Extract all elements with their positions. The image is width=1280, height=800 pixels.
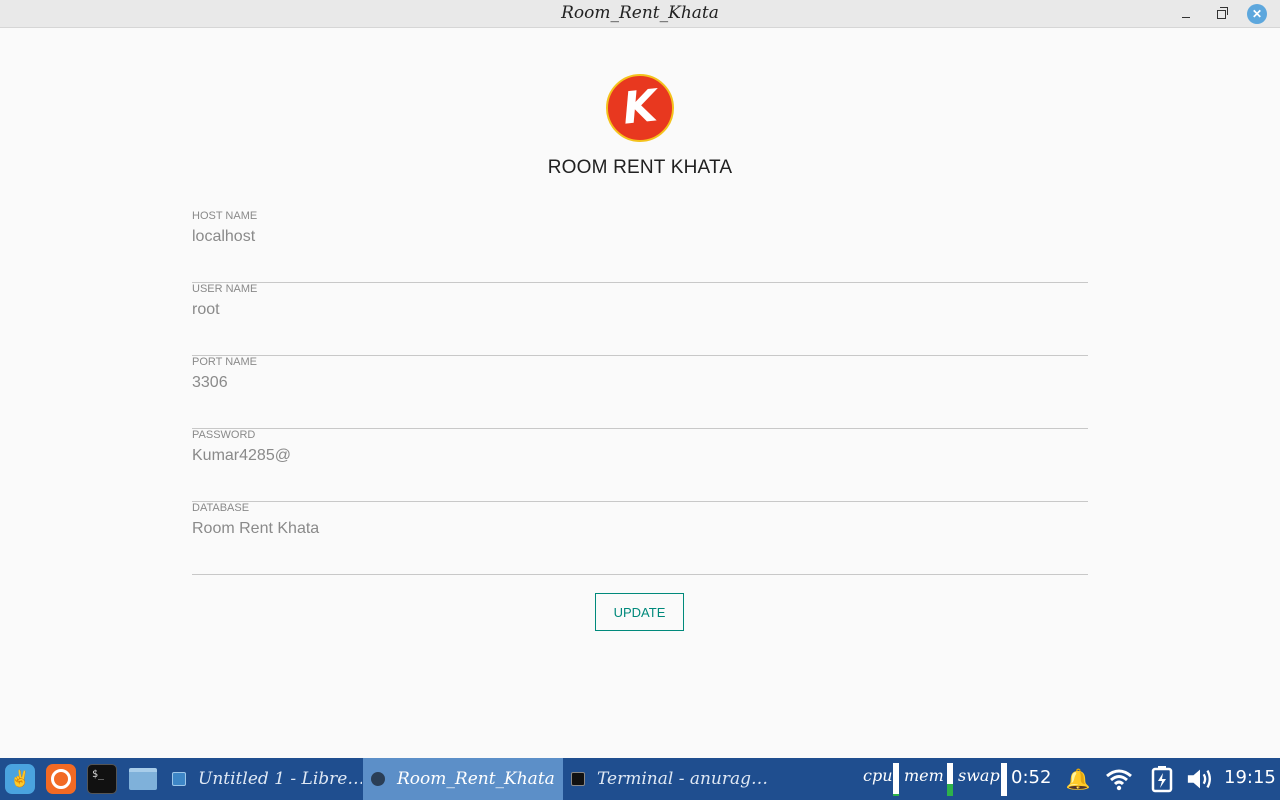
cpu-bar: [893, 763, 899, 796]
port-name-input[interactable]: [192, 374, 1088, 392]
task-label: Untitled 1 - Libre…: [198, 769, 362, 789]
close-icon: ✕: [1251, 7, 1263, 21]
user-name-label: USER NAME: [192, 283, 258, 295]
port-name-label: PORT NAME: [192, 356, 257, 368]
app-icon: [371, 772, 385, 786]
firefox-launcher[interactable]: [46, 764, 76, 794]
mem-bar: [947, 763, 953, 796]
database-label: DATABASE: [192, 502, 250, 514]
volume-icon[interactable]: [1186, 765, 1214, 793]
user-name-field: USER NAME: [192, 283, 1088, 356]
port-name-field: PORT NAME: [192, 356, 1088, 429]
battery-time: 0:52: [1011, 767, 1052, 788]
start-menu-icon: ✌: [10, 771, 30, 788]
clock: 19:15: [1224, 767, 1276, 788]
user-name-input[interactable]: [192, 301, 1088, 319]
window-title: Room_Rent_Khata: [561, 3, 719, 23]
start-menu-button[interactable]: ✌: [5, 764, 35, 794]
close-button[interactable]: ✕: [1247, 4, 1267, 24]
maximize-button[interactable]: [1211, 4, 1231, 24]
mem-monitor-label: mem: [904, 766, 944, 785]
update-button[interactable]: UPDATE: [595, 593, 684, 631]
file-manager-launcher[interactable]: [128, 764, 158, 794]
app-content: K ROOM RENT KHATA HOST NAME USER NAME PO…: [0, 29, 1280, 758]
libreoffice-icon: [172, 772, 186, 786]
swap-bar: [1001, 763, 1007, 796]
minimize-button[interactable]: [1176, 4, 1196, 24]
terminal-launcher[interactable]: $_: [87, 764, 117, 794]
task-terminal[interactable]: Terminal - anurag…: [563, 758, 773, 800]
restore-icon: [1216, 6, 1228, 19]
folder-icon: [129, 768, 157, 790]
logo-letter: K: [620, 80, 660, 135]
app-title: ROOM RENT KHATA: [547, 157, 733, 178]
swap-monitor-label: swap: [958, 766, 1000, 785]
task-libreoffice[interactable]: Untitled 1 - Libre…: [164, 758, 362, 800]
wifi-icon[interactable]: [1105, 765, 1133, 793]
notification-bell-icon[interactable]: 🔔: [1064, 765, 1092, 793]
host-name-input[interactable]: [192, 228, 1088, 246]
host-name-field: HOST NAME: [192, 210, 1088, 283]
task-label: Room_Rent_Khata: [397, 769, 555, 789]
password-field: PASSWORD: [192, 429, 1088, 502]
task-label: Terminal - anurag…: [597, 769, 769, 789]
task-room-rent-khata[interactable]: Room_Rent_Khata: [363, 758, 563, 800]
app-logo: K: [606, 74, 674, 142]
terminal-icon: $_: [92, 769, 105, 780]
password-label: PASSWORD: [192, 429, 256, 441]
password-input[interactable]: [192, 447, 1088, 465]
database-field: DATABASE: [192, 502, 1088, 575]
cpu-fill: [893, 794, 899, 796]
database-input[interactable]: [192, 520, 1088, 538]
mem-fill: [947, 784, 953, 796]
taskbar: ✌ $_ Untitled 1 - Libre… Room_Rent_Khata…: [0, 758, 1280, 800]
terminal-icon: [571, 772, 585, 786]
window-titlebar: Room_Rent_Khata ✕: [0, 0, 1280, 28]
battery-icon[interactable]: [1148, 765, 1176, 793]
host-name-label: HOST NAME: [192, 210, 258, 222]
cpu-monitor-label: cpu: [863, 766, 893, 785]
minimize-icon: [1182, 16, 1190, 18]
